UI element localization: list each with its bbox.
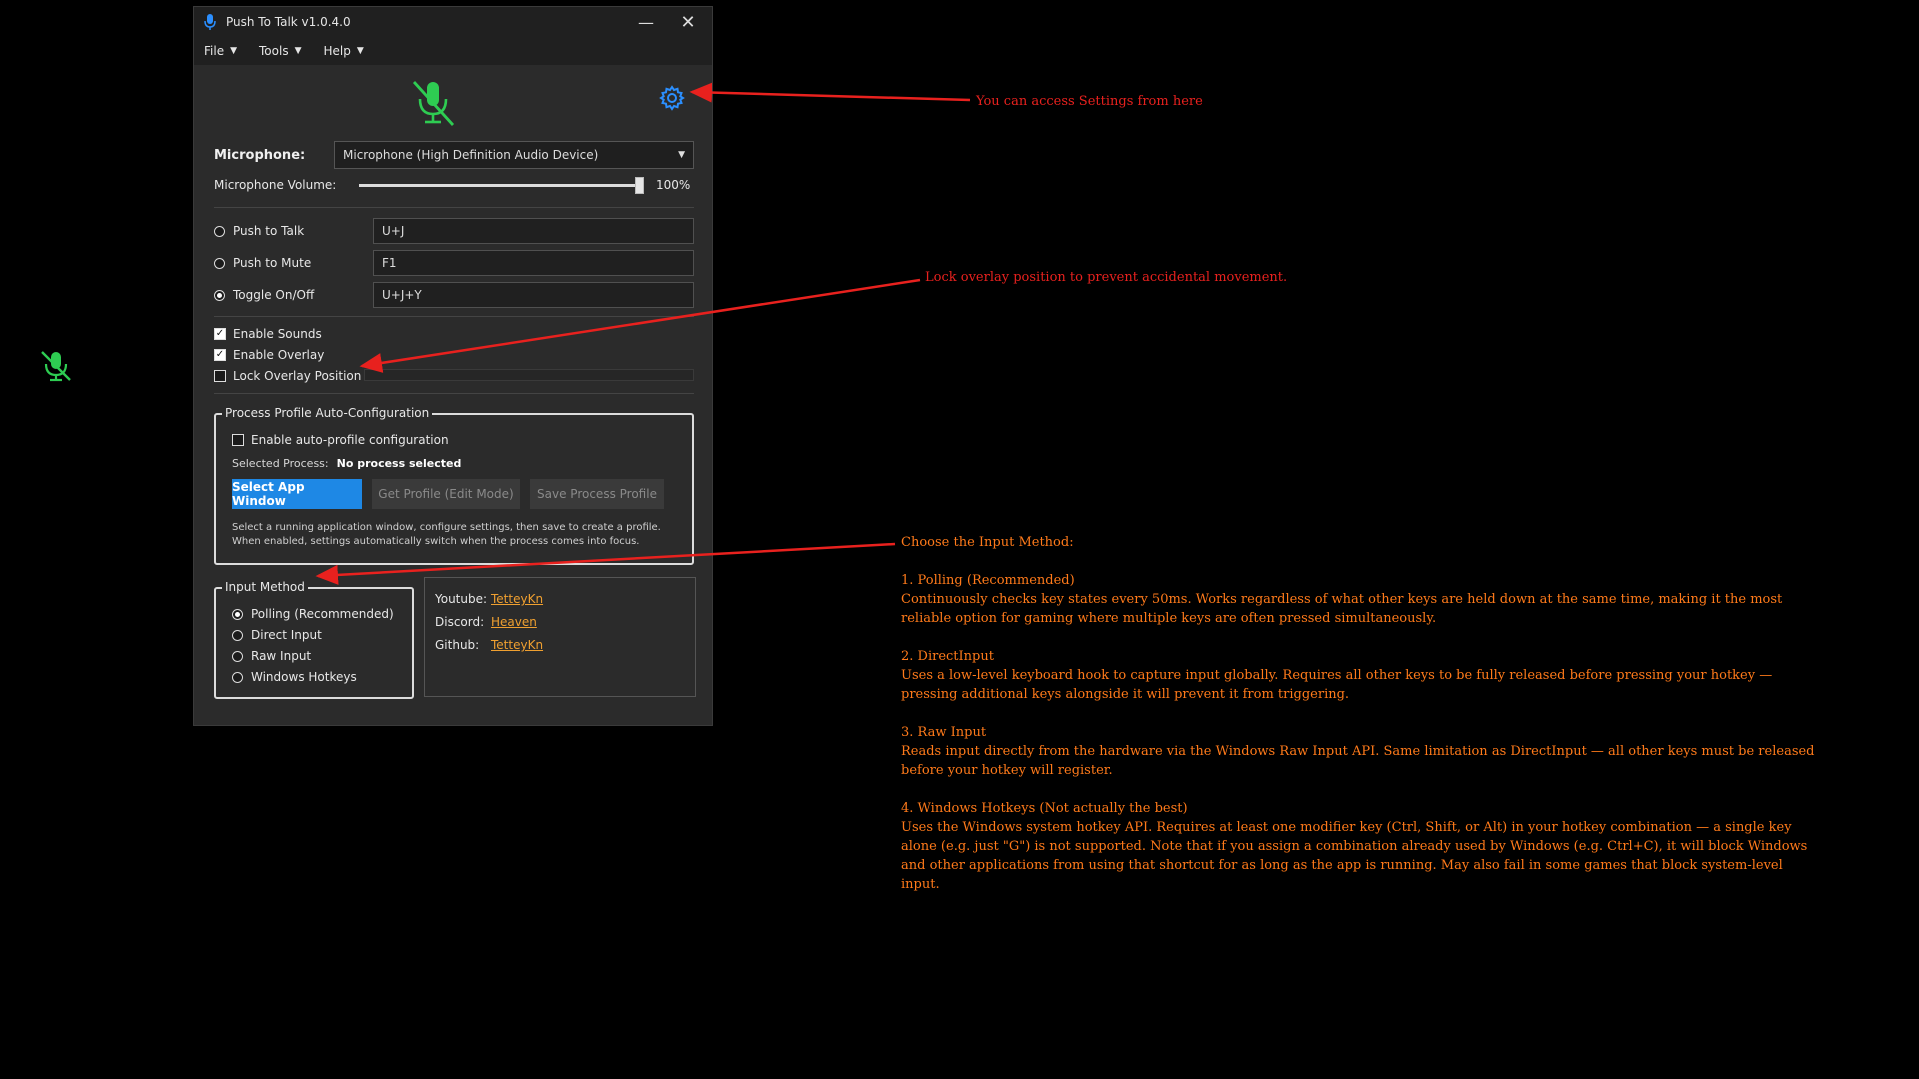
annotation-line: Uses the Windows system hotkey API. Requ… <box>901 820 1808 892</box>
annotation-lock-overlay: Lock overlay position to prevent acciden… <box>925 270 1288 285</box>
annotation-line: Reads input directly from the hardware v… <box>901 744 1815 778</box>
annotation-line: 2. DirectInput <box>901 649 994 664</box>
annotation-settings: You can access Settings from here <box>976 94 1203 109</box>
annotation-line: 3. Raw Input <box>901 725 987 740</box>
arrow-to-lock-overlay <box>359 278 921 373</box>
annotation-spacer <box>901 780 1821 799</box>
annotation-input-methods: Choose the Input Method: 1. Polling (Reco… <box>901 533 1821 894</box>
annotation-line: Choose the Input Method: <box>901 535 1074 550</box>
arrow-to-settings <box>689 82 971 103</box>
annotation-line: 1. Polling (Recommended) <box>901 573 1075 588</box>
annotation-line: Uses a low-level keyboard hook to captur… <box>901 668 1773 702</box>
annotation-spacer <box>901 704 1821 723</box>
annotation-line: Continuously checks key states every 50m… <box>901 592 1783 626</box>
annotation-line: 4. Windows Hotkeys (Not actually the bes… <box>901 801 1188 816</box>
arrow-to-input-method <box>315 542 896 585</box>
annotation-spacer <box>901 628 1821 647</box>
annotation-spacer <box>901 552 1821 571</box>
